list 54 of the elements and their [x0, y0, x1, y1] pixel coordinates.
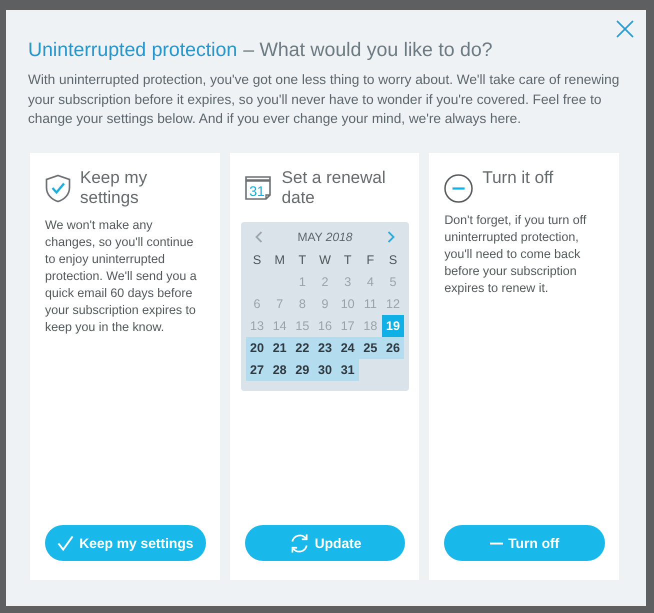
check-icon — [57, 535, 74, 551]
calendar-day[interactable]: 24 — [336, 336, 359, 358]
calendar-icon: 31 — [244, 174, 273, 200]
calendar-day: 7 — [268, 292, 291, 314]
calendar-day: 12 — [382, 292, 404, 314]
calendar-day[interactable]: 22 — [291, 336, 314, 358]
card-description: Don't forget, if you turn off uninterrupted protection, you'll need to come back before your subscription expires to renew it. — [444, 212, 588, 296]
calendar-day[interactable]: 29 — [291, 358, 314, 380]
minus-circle-icon — [444, 174, 474, 202]
calendar-day: 1 — [291, 270, 314, 292]
calendar-day: 3 — [336, 270, 359, 292]
weekday-label: F — [366, 252, 376, 268]
calendar-day: 15 — [291, 314, 314, 336]
calendar-day[interactable]: 20 — [246, 336, 268, 358]
calendar-day: 9 — [314, 292, 336, 314]
dialog-title: Uninterrupted protection — [28, 38, 238, 62]
close-icon[interactable] — [616, 20, 634, 38]
card-title: Keep my settings — [80, 168, 148, 208]
calendar-day: 11 — [359, 292, 382, 314]
calendar-day[interactable]: 25 — [359, 336, 382, 358]
card-title: Turn it off — [482, 168, 554, 188]
calendar-day[interactable]: 26 — [382, 336, 404, 358]
calendar-day: 6 — [246, 292, 268, 314]
card-description: We won't make any changes, so you'll continue to enjoy uninterrupted protection. We'll send you a quick email 60 days before your subscription expires to keep you in the know. — [45, 216, 198, 336]
calendar-day[interactable]: 31 — [336, 358, 359, 380]
calendar-day: 10 — [336, 292, 359, 314]
dialog-question: – What would you like to do? — [243, 38, 493, 62]
calendar-day[interactable]: 23 — [314, 336, 336, 358]
month-label: MAY 2018 — [298, 230, 352, 244]
calendar-day[interactable]: 21 — [268, 336, 291, 358]
weekday-label: S — [252, 252, 262, 268]
intro-text: With uninterrupted protection, you've got one less thing to worry about. We'll take care of renewing your subscription before it expires, so you'll never have to wonder if you're covered. Feel free to change your settings below. And if you ever change your mind, we're always here. — [28, 71, 620, 128]
calendar-day: 17 — [336, 314, 359, 336]
calendar-day[interactable]: 27 — [246, 358, 268, 380]
shield-check-icon — [45, 174, 71, 202]
calendar-day: 2 — [314, 270, 336, 292]
calendar-day[interactable]: 30 — [314, 358, 336, 380]
weekday-label: T — [298, 252, 308, 268]
weekday-label: W — [318, 252, 332, 268]
weekday-label: T — [342, 252, 352, 268]
calendar-day: 14 — [268, 314, 291, 336]
calendar-day: 5 — [382, 270, 404, 292]
card-title: Set a renewal date — [282, 168, 387, 208]
next-month-icon[interactable] — [387, 230, 396, 242]
calendar-day: 8 — [291, 292, 314, 314]
refresh-icon — [288, 532, 310, 554]
calendar-day: 18 — [359, 314, 382, 336]
calendar-day: 13 — [246, 314, 268, 336]
minus-icon — [490, 542, 504, 544]
weekday-label: S — [388, 252, 398, 268]
weekday-label: M — [273, 252, 286, 268]
calendar-day[interactable]: 28 — [268, 358, 291, 380]
calendar-day: 16 — [314, 314, 336, 336]
calendar-day: 4 — [359, 270, 382, 292]
